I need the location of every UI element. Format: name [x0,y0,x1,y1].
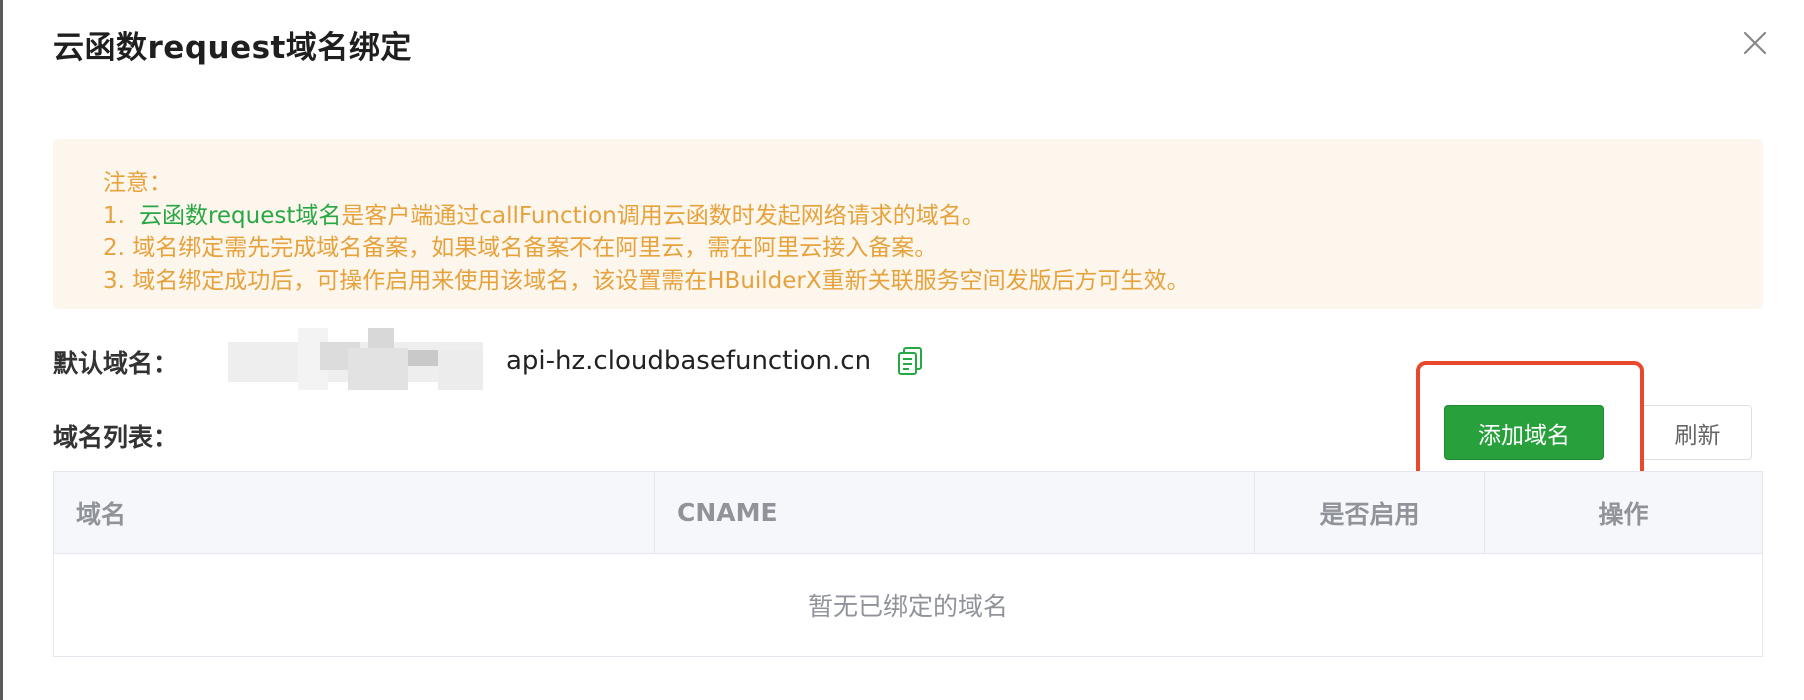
table-header: 域名 CNAME 是否启用 操作 [54,472,1762,554]
notice-line-3: 3. 域名绑定成功后，可操作启用来使用该域名，该设置需在HBuilderX重新关… [103,267,1190,294]
notice-line-2: 2. 域名绑定需先完成域名备案，如果域名备案不在阿里云，需在阿里云接入备案。 [103,235,938,261]
default-domain-value: api-hz.cloudbasefunction.cn [506,346,872,376]
notice-line-1: 1. 云函数request域名是客户端通过callFunction调用云函数时发起… [103,200,1763,233]
refresh-button[interactable]: 刷新 [1644,405,1752,460]
close-icon [1743,31,1767,55]
notice-box: 注意： 1. 云函数request域名是客户端通过callFunction调用云函… [53,139,1763,309]
close-button[interactable] [1738,26,1772,60]
domain-binding-dialog: 云函数request域名绑定 注意： 1. 云函数request域名是客户端通过c… [3,0,1804,700]
dialog-title: 云函数request域名绑定 [53,30,412,66]
domain-list-label: 域名列表： [53,423,179,452]
redacted-domain-prefix [228,328,483,390]
notice-line-1-number: 1. [103,202,125,229]
column-header-actions: 操作 [1598,499,1649,529]
copy-icon [898,347,922,375]
add-domain-button[interactable]: 添加域名 [1444,405,1604,460]
notice-heading: 注意： [103,170,172,196]
table-empty-text: 暂无已绑定的域名 [807,592,1008,621]
domain-table: 域名 CNAME 是否启用 操作 暂无已绑定的域名 [53,471,1763,657]
copy-button[interactable] [896,346,924,376]
default-domain-label: 默认域名： [53,349,179,378]
column-header-cname: CNAME [655,472,1255,553]
column-header-domain: 域名 [54,472,655,553]
column-header-enabled: 是否启用 [1255,472,1485,553]
notice-line-1-highlight: 云函数request域名 [138,202,342,229]
notice-line-1-text: 是客户端通过callFunction调用云函数时发起网络请求的域名。 [341,202,985,229]
